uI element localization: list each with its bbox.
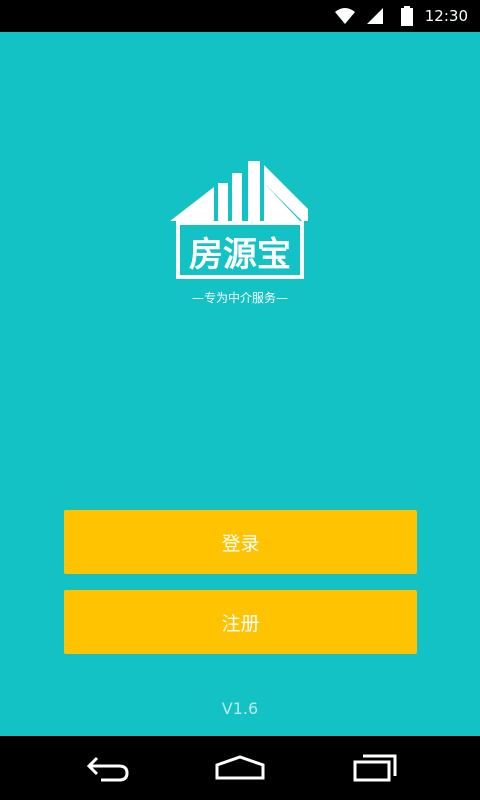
- logo-slogan: —专为中介服务—: [192, 290, 288, 305]
- navigation-bar: [0, 736, 480, 800]
- logo-text: 房源宝: [189, 235, 291, 275]
- login-button[interactable]: 登录: [64, 510, 417, 574]
- wifi-icon: [334, 6, 356, 30]
- app-logo: 房源宝 —专为中介服务—: [168, 159, 312, 339]
- back-icon[interactable]: [77, 750, 137, 786]
- signal-icon: [365, 6, 385, 30]
- battery-icon: [401, 6, 413, 30]
- app-screen: 房源宝 —专为中介服务— 登录 注册 V1.6: [0, 32, 480, 736]
- version-label: V1.6: [221, 699, 259, 718]
- status-bar: 12:30: [0, 0, 480, 32]
- status-time: 12:30: [424, 7, 468, 25]
- recent-apps-icon[interactable]: [345, 750, 405, 786]
- register-button[interactable]: 注册: [64, 590, 417, 654]
- home-icon[interactable]: [210, 750, 270, 786]
